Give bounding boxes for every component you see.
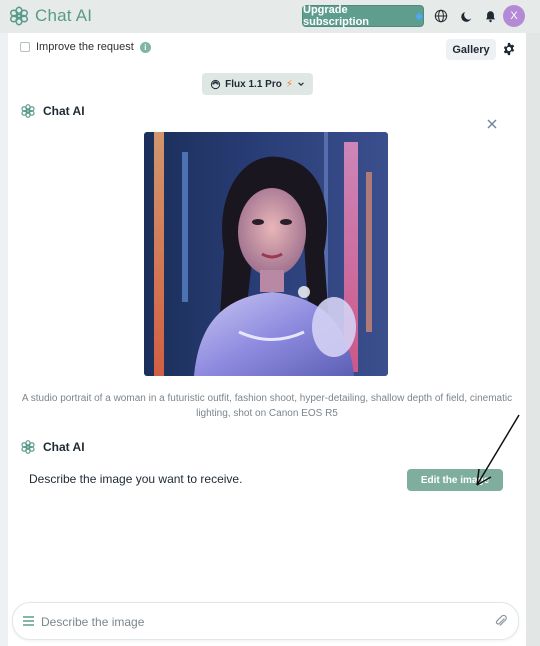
top-bar: Chat AI Upgrade subscription ◆ X bbox=[0, 0, 540, 33]
assistant-logo-icon bbox=[21, 440, 35, 454]
gear-icon[interactable] bbox=[502, 42, 516, 56]
avatar[interactable]: X bbox=[503, 5, 525, 27]
info-icon[interactable]: i bbox=[139, 41, 151, 53]
chat-panel: Improve the request i Gallery Flux 1.1 P… bbox=[8, 33, 526, 646]
model-name: Flux 1.1 Pro bbox=[225, 78, 282, 90]
paperclip-icon[interactable] bbox=[494, 614, 508, 628]
message-header: Chat AI bbox=[20, 439, 85, 455]
assistant-logo-icon bbox=[21, 104, 35, 118]
prompt-input[interactable] bbox=[41, 612, 481, 632]
bolt-icon: ⚡ bbox=[285, 78, 293, 90]
image-caption: A studio portrait of a woman in a futuri… bbox=[21, 393, 513, 419]
bell-icon[interactable] bbox=[482, 8, 498, 24]
gallery-button[interactable]: Gallery bbox=[446, 39, 496, 60]
brand[interactable]: Chat AI bbox=[8, 5, 92, 27]
chevron-down-icon bbox=[298, 82, 304, 86]
generated-image[interactable] bbox=[144, 132, 388, 376]
close-icon[interactable] bbox=[485, 117, 499, 131]
upgrade-subscription-button[interactable]: Upgrade subscription ◆ bbox=[302, 4, 424, 28]
logo-icon bbox=[10, 6, 28, 26]
app-name: Chat AI bbox=[35, 6, 93, 25]
message-author: Chat AI bbox=[43, 104, 85, 118]
message-author: Chat AI bbox=[43, 440, 85, 454]
upgrade-label: Upgrade subscription bbox=[303, 4, 370, 28]
moon-icon[interactable] bbox=[458, 8, 474, 24]
improve-request-option[interactable]: Improve the request i bbox=[20, 41, 151, 53]
improve-checkbox[interactable] bbox=[20, 42, 30, 52]
composer bbox=[12, 602, 519, 640]
globe-icon[interactable] bbox=[433, 8, 449, 24]
diamond-icon: ◆ bbox=[415, 10, 423, 22]
model-logo-icon bbox=[211, 79, 221, 89]
assistant-message: Describe the image you want to receive. bbox=[29, 472, 243, 486]
menu-icon[interactable] bbox=[22, 615, 35, 627]
message-header: Chat AI bbox=[20, 103, 85, 119]
improve-label: Improve the request bbox=[36, 41, 134, 53]
arrow-annotation-icon bbox=[476, 414, 520, 486]
scroll-rail[interactable] bbox=[526, 33, 540, 646]
model-selector[interactable]: Flux 1.1 Pro ⚡ bbox=[202, 73, 313, 95]
